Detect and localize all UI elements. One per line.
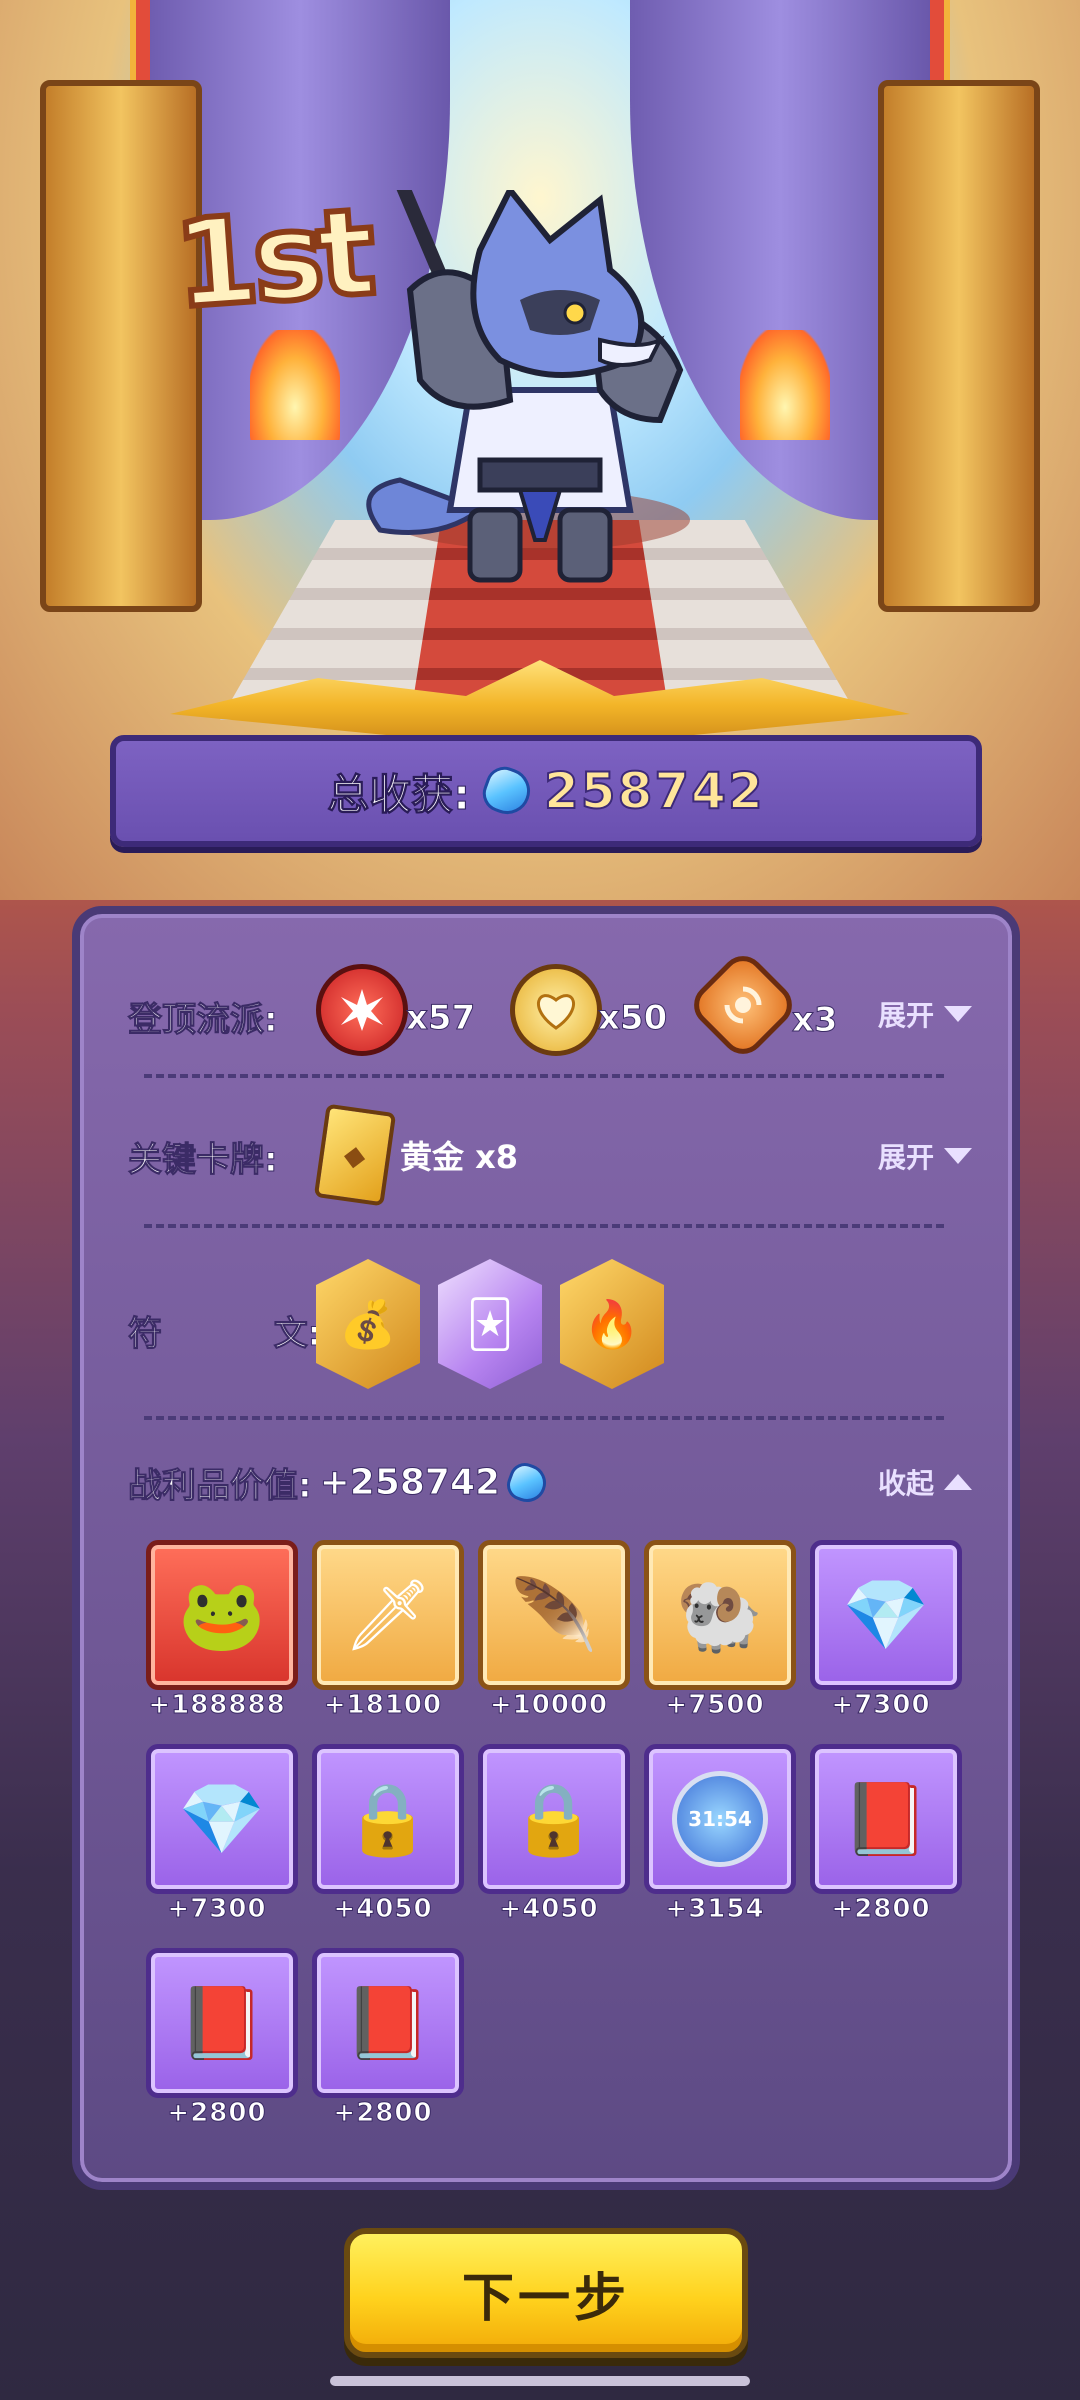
purple-gem-icon: 💎 bbox=[178, 1777, 266, 1860]
gold-card-icon[interactable]: ◆ bbox=[313, 1103, 397, 1207]
loot-item-gem[interactable]: 💎 bbox=[146, 1744, 298, 1894]
loot-item-value: +188888 bbox=[148, 1690, 286, 1721]
runes-label-head: 符 bbox=[128, 1314, 163, 1355]
key-card-name: 黄金 bbox=[400, 1138, 465, 1176]
golden-feather-icon: 🪶 bbox=[510, 1573, 598, 1656]
build-label: 登顶流派: bbox=[128, 1000, 279, 1041]
results-panel: 登顶流派: x57 x50 x3 展开 关键卡牌: ◆ 黄金 x8 展开 符 文… bbox=[72, 906, 1020, 2190]
loot-item-value: +18100 bbox=[323, 1690, 443, 1721]
loot-item-padlock[interactable]: 🔒 bbox=[312, 1744, 464, 1894]
build-expand-toggle[interactable]: 展开 bbox=[878, 994, 972, 1034]
wolf-hero-character bbox=[366, 190, 690, 583]
blue-gem-icon bbox=[502, 1458, 552, 1507]
brazier-flame-right bbox=[740, 330, 830, 440]
loot-item-value: +2800 bbox=[167, 2098, 267, 2129]
blue-gem-icon bbox=[477, 761, 537, 821]
red-book-icon: 📕 bbox=[178, 1981, 266, 2064]
loot-item-red-book[interactable]: 📕 bbox=[312, 1948, 464, 2098]
divider bbox=[144, 1416, 944, 1420]
build-count-3: x3 bbox=[792, 1000, 839, 1041]
divider bbox=[144, 1224, 944, 1228]
loot-item-dagger[interactable]: 🗡 bbox=[312, 1540, 464, 1690]
key-cards-expand-toggle[interactable]: 展开 bbox=[878, 1136, 972, 1176]
runes-label: 符 文: bbox=[128, 1306, 322, 1355]
stopwatch-time: 31:54 bbox=[688, 1807, 752, 1831]
chained-padlock-icon: 🔒 bbox=[344, 1777, 432, 1860]
loot-item-value: +2800 bbox=[831, 1894, 931, 1925]
loot-collapse-label: 收起 bbox=[877, 1467, 934, 1500]
loot-value-label: 战利品价值: bbox=[128, 1466, 313, 1507]
next-step-button[interactable]: 下一步 bbox=[344, 2228, 748, 2358]
loot-value-header: 战利品价值: +258742 bbox=[128, 1458, 552, 1507]
total-harvest-value: 258742 bbox=[543, 761, 765, 821]
stopwatch-icon: 31:54 bbox=[672, 1771, 768, 1867]
loot-item-ram[interactable]: 🐏 bbox=[644, 1540, 796, 1690]
red-book-icon: 📕 bbox=[842, 1777, 930, 1860]
build-expand-label: 展开 bbox=[877, 999, 934, 1032]
loot-item-stopwatch[interactable]: 31:54 bbox=[644, 1744, 796, 1894]
key-cards-expand-label: 展开 bbox=[877, 1141, 934, 1174]
golden-pillar-right bbox=[878, 80, 1040, 612]
flaming-feather-icon[interactable]: 🔥 bbox=[560, 1259, 664, 1389]
home-indicator[interactable] bbox=[330, 2376, 750, 2386]
ornate-dagger-icon: 🗡 bbox=[343, 1573, 433, 1656]
gold-heart-icon[interactable] bbox=[510, 964, 602, 1056]
loot-item-value: +4050 bbox=[333, 1894, 433, 1925]
rank-badge: 1st bbox=[167, 180, 377, 338]
loot-item-gem[interactable]: 💎 bbox=[810, 1540, 962, 1690]
chevron-up-icon bbox=[944, 1474, 972, 1490]
runes-label-tail: 文: bbox=[273, 1314, 322, 1355]
build-count-2: x50 bbox=[597, 998, 668, 1039]
chevron-down-icon bbox=[944, 1006, 972, 1022]
golden-ram-icon: 🐏 bbox=[676, 1573, 764, 1656]
loot-item-value: +7300 bbox=[167, 1894, 267, 1925]
total-harvest-label: 总收获: bbox=[327, 769, 471, 819]
gold-coins-book-icon[interactable]: 💰 bbox=[316, 1259, 420, 1389]
chained-padlock-icon: 🔒 bbox=[510, 1777, 598, 1860]
chevron-down-icon bbox=[944, 1148, 972, 1164]
loot-item-feather[interactable]: 🪶 bbox=[478, 1540, 630, 1690]
build-count-1: x57 bbox=[405, 998, 476, 1039]
loot-value-total: +258742 bbox=[319, 1462, 501, 1504]
key-card-entry: 黄金 x8 bbox=[400, 1132, 518, 1178]
loot-item-value: +10000 bbox=[489, 1690, 609, 1721]
loot-item-red-book[interactable]: 📕 bbox=[810, 1744, 962, 1894]
loot-item-value: +3154 bbox=[665, 1894, 765, 1925]
red-book-icon: 📕 bbox=[344, 1981, 432, 2064]
loot-item-value: +7300 bbox=[831, 1690, 931, 1721]
jade-frog-icon: 🐸 bbox=[178, 1573, 266, 1656]
loot-collapse-toggle[interactable]: 收起 bbox=[878, 1462, 972, 1502]
brazier-flame-left bbox=[250, 330, 340, 440]
card-upgrade-icon[interactable]: 🃏 bbox=[438, 1259, 542, 1389]
swirl-icon[interactable] bbox=[685, 947, 801, 1063]
total-harvest-banner: 总收获: 258742 bbox=[110, 735, 982, 847]
loot-item-jade-frog[interactable]: 🐸 bbox=[146, 1540, 298, 1690]
divider bbox=[144, 1074, 944, 1078]
red-burst-icon[interactable] bbox=[316, 964, 408, 1056]
loot-item-value: +7500 bbox=[665, 1690, 765, 1721]
loot-item-padlock[interactable]: 🔒 bbox=[478, 1744, 630, 1894]
loot-item-value: +2800 bbox=[333, 2098, 433, 2129]
purple-gem-icon: 💎 bbox=[842, 1573, 930, 1656]
loot-item-value: +4050 bbox=[499, 1894, 599, 1925]
golden-pillar-left bbox=[40, 80, 202, 612]
key-card-count: x8 bbox=[475, 1138, 519, 1176]
loot-item-red-book[interactable]: 📕 bbox=[146, 1948, 298, 2098]
key-cards-label: 关键卡牌: bbox=[128, 1140, 279, 1181]
